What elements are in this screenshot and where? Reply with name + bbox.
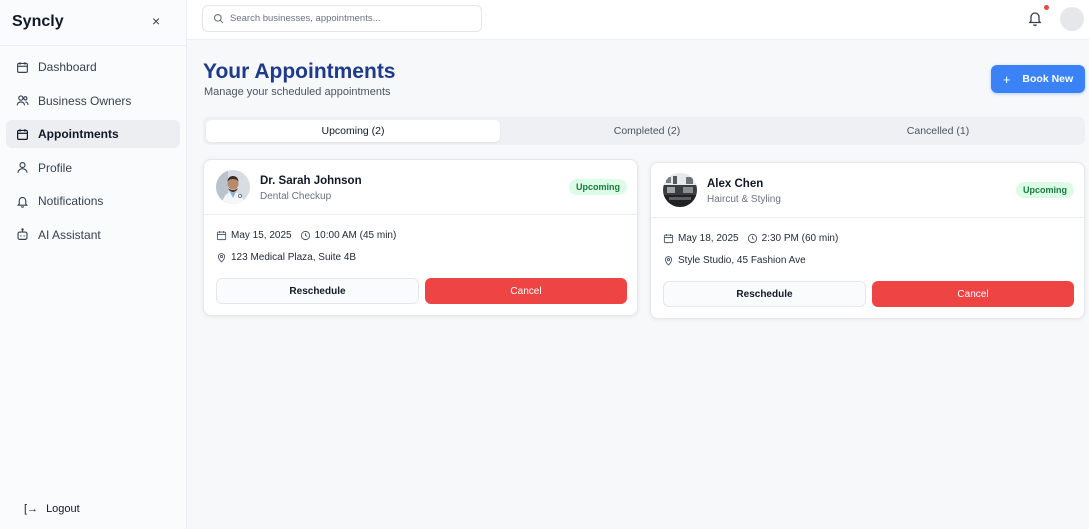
sidebar-item-label: Profile (38, 160, 73, 175)
appointment-card: Dr. Sarah Johnson Dental Checkup Upcomin… (203, 159, 638, 316)
provider-name: Dr. Sarah Johnson (260, 175, 362, 187)
search-input[interactable] (230, 13, 470, 24)
notification-dot (1044, 5, 1049, 10)
search-icon (213, 13, 224, 24)
book-new-label: Book New (1022, 73, 1074, 85)
sidebar-item-label: Appointments (38, 127, 119, 142)
sidebar-header: Syncly × (0, 0, 187, 46)
cancel-button[interactable]: Cancel (872, 281, 1074, 307)
bot-icon (15, 228, 29, 242)
location-text: 123 Medical Plaza, Suite 4B (231, 252, 357, 263)
status-badge: Upcoming (1016, 182, 1074, 198)
logout-icon: [→ (24, 503, 39, 515)
cancel-button[interactable]: Cancel (425, 278, 627, 304)
appointment-datetime: May 18, 2025 2:30 PM (60 min) (663, 233, 838, 244)
reschedule-button[interactable]: Reschedule (663, 281, 866, 307)
clock-icon (747, 233, 757, 244)
calendar-icon (15, 127, 29, 141)
users-icon (15, 94, 29, 108)
calendar-icon (15, 60, 29, 74)
appointment-tabs: Upcoming (2) Completed (2) Cancelled (1) (203, 117, 1085, 145)
user-avatar[interactable] (1060, 7, 1084, 31)
user-icon (15, 161, 29, 175)
book-new-button[interactable]: + Book New (991, 65, 1085, 93)
tab-completed[interactable]: Completed (2) (500, 120, 794, 142)
sidebar-item-appointments[interactable]: Appointments (6, 120, 180, 149)
status-badge: Upcoming (569, 179, 627, 195)
sidebar-item-dashboard[interactable]: Dashboard (6, 53, 180, 81)
service-name: Dental Checkup (260, 191, 332, 202)
sidebar-item-label: Notifications (38, 194, 104, 209)
card-header: Dr. Sarah Johnson Dental Checkup Upcomin… (204, 160, 637, 215)
appointment-location: Style Studio, 45 Fashion Ave (663, 255, 806, 266)
appointment-card: Alex Chen Haircut & Styling Upcoming May… (650, 162, 1085, 319)
appointment-location: 123 Medical Plaza, Suite 4B (216, 252, 356, 263)
sidebar-item-label: AI Assistant (38, 227, 101, 242)
app-brand: Syncly (12, 13, 64, 30)
appointment-date: May 15, 2025 (231, 230, 292, 241)
notification-bell-icon[interactable] (1027, 9, 1043, 27)
sidebar-item-label: Business Owners (38, 93, 132, 108)
provider-avatar (216, 170, 250, 204)
appointment-time: 10:00 AM (45 min) (314, 230, 397, 241)
sidebar-item-notifications[interactable]: Notifications (6, 187, 180, 215)
search-box[interactable] (202, 5, 482, 32)
tab-upcoming[interactable]: Upcoming (2) (206, 120, 500, 142)
tab-cancelled[interactable]: Cancelled (1) (794, 120, 1082, 142)
page-subtitle: Manage your scheduled appointments (204, 86, 391, 98)
sidebar-item-label: Dashboard (38, 60, 97, 74)
calendar-icon (663, 234, 674, 244)
sidebar: Syncly × Dashboard Business Owners Appoi… (0, 0, 187, 529)
plus-icon: + (1002, 71, 1011, 87)
logout-button[interactable]: [→ Logout (24, 503, 80, 515)
sidebar-nav: Dashboard Business Owners Appointments P… (6, 53, 180, 255)
location-pin-icon (664, 256, 673, 266)
logout-label: Logout (46, 503, 80, 515)
reschedule-button[interactable]: Reschedule (216, 278, 419, 304)
bell-icon (15, 194, 29, 208)
service-name: Haircut & Styling (707, 194, 781, 205)
appointment-time: 2:30 PM (60 min) (761, 233, 839, 244)
sidebar-item-business-owners[interactable]: Business Owners (6, 87, 180, 115)
page-title: Your Appointments (203, 60, 396, 83)
appointment-datetime: May 15, 2025 10:00 AM (45 min) (216, 230, 396, 241)
close-sidebar-icon[interactable]: × (152, 13, 160, 29)
appointment-date: May 18, 2025 (678, 233, 739, 244)
sidebar-item-profile[interactable]: Profile (6, 154, 180, 182)
provider-name: Alex Chen (707, 178, 764, 190)
card-header: Alex Chen Haircut & Styling Upcoming (651, 163, 1084, 218)
clock-icon (300, 230, 310, 241)
provider-avatar (663, 173, 697, 207)
location-pin-icon (217, 253, 226, 263)
topbar (187, 0, 1089, 40)
calendar-icon (216, 231, 227, 241)
sidebar-item-ai-assistant[interactable]: AI Assistant (6, 221, 180, 249)
location-text: Style Studio, 45 Fashion Ave (678, 255, 806, 266)
